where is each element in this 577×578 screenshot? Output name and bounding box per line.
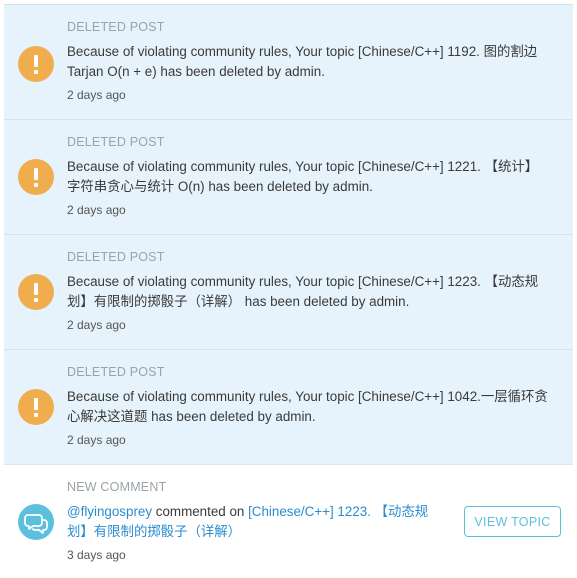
notification-type: NEW COMMENT bbox=[67, 480, 167, 494]
notification-message: Because of violating community rules, Yo… bbox=[67, 274, 539, 309]
notification-time: 3 days ago bbox=[67, 548, 126, 562]
notification-type: DELETED POST bbox=[67, 135, 165, 149]
notification-type: DELETED POST bbox=[67, 250, 165, 264]
view-topic-button[interactable]: VIEW TOPIC bbox=[464, 506, 561, 537]
exclamation-icon bbox=[18, 159, 54, 195]
notification-message: Because of violating community rules, Yo… bbox=[67, 44, 538, 79]
exclamation-icon bbox=[18, 389, 54, 425]
comment-message: @flyingosprey commented on [Chinese/C++]… bbox=[67, 502, 447, 542]
notification-item[interactable]: DELETED POST Because of violating commun… bbox=[4, 119, 573, 234]
comment-notification-item[interactable]: NEW COMMENT @flyingosprey commented on [… bbox=[4, 464, 573, 578]
notification-type: DELETED POST bbox=[67, 365, 165, 379]
notification-message: Because of violating community rules, Yo… bbox=[67, 159, 539, 194]
notification-item[interactable]: DELETED POST Because of violating commun… bbox=[4, 349, 573, 464]
notification-item[interactable]: DELETED POST Because of violating commun… bbox=[4, 4, 573, 119]
chat-bubbles-icon bbox=[18, 504, 54, 540]
comment-action-text: commented on bbox=[152, 504, 249, 519]
notification-time: 2 days ago bbox=[67, 88, 126, 102]
exclamation-icon bbox=[18, 274, 54, 310]
notification-message: Because of violating community rules, Yo… bbox=[67, 389, 548, 424]
notification-time: 2 days ago bbox=[67, 318, 126, 332]
exclamation-icon bbox=[18, 46, 54, 82]
notification-type: DELETED POST bbox=[67, 20, 165, 34]
notification-time: 2 days ago bbox=[67, 203, 126, 217]
user-mention-link[interactable]: @flyingosprey bbox=[67, 504, 152, 519]
notification-item[interactable]: DELETED POST Because of violating commun… bbox=[4, 234, 573, 349]
notification-list: DELETED POST Because of violating commun… bbox=[0, 0, 577, 578]
notification-time: 2 days ago bbox=[67, 433, 126, 447]
